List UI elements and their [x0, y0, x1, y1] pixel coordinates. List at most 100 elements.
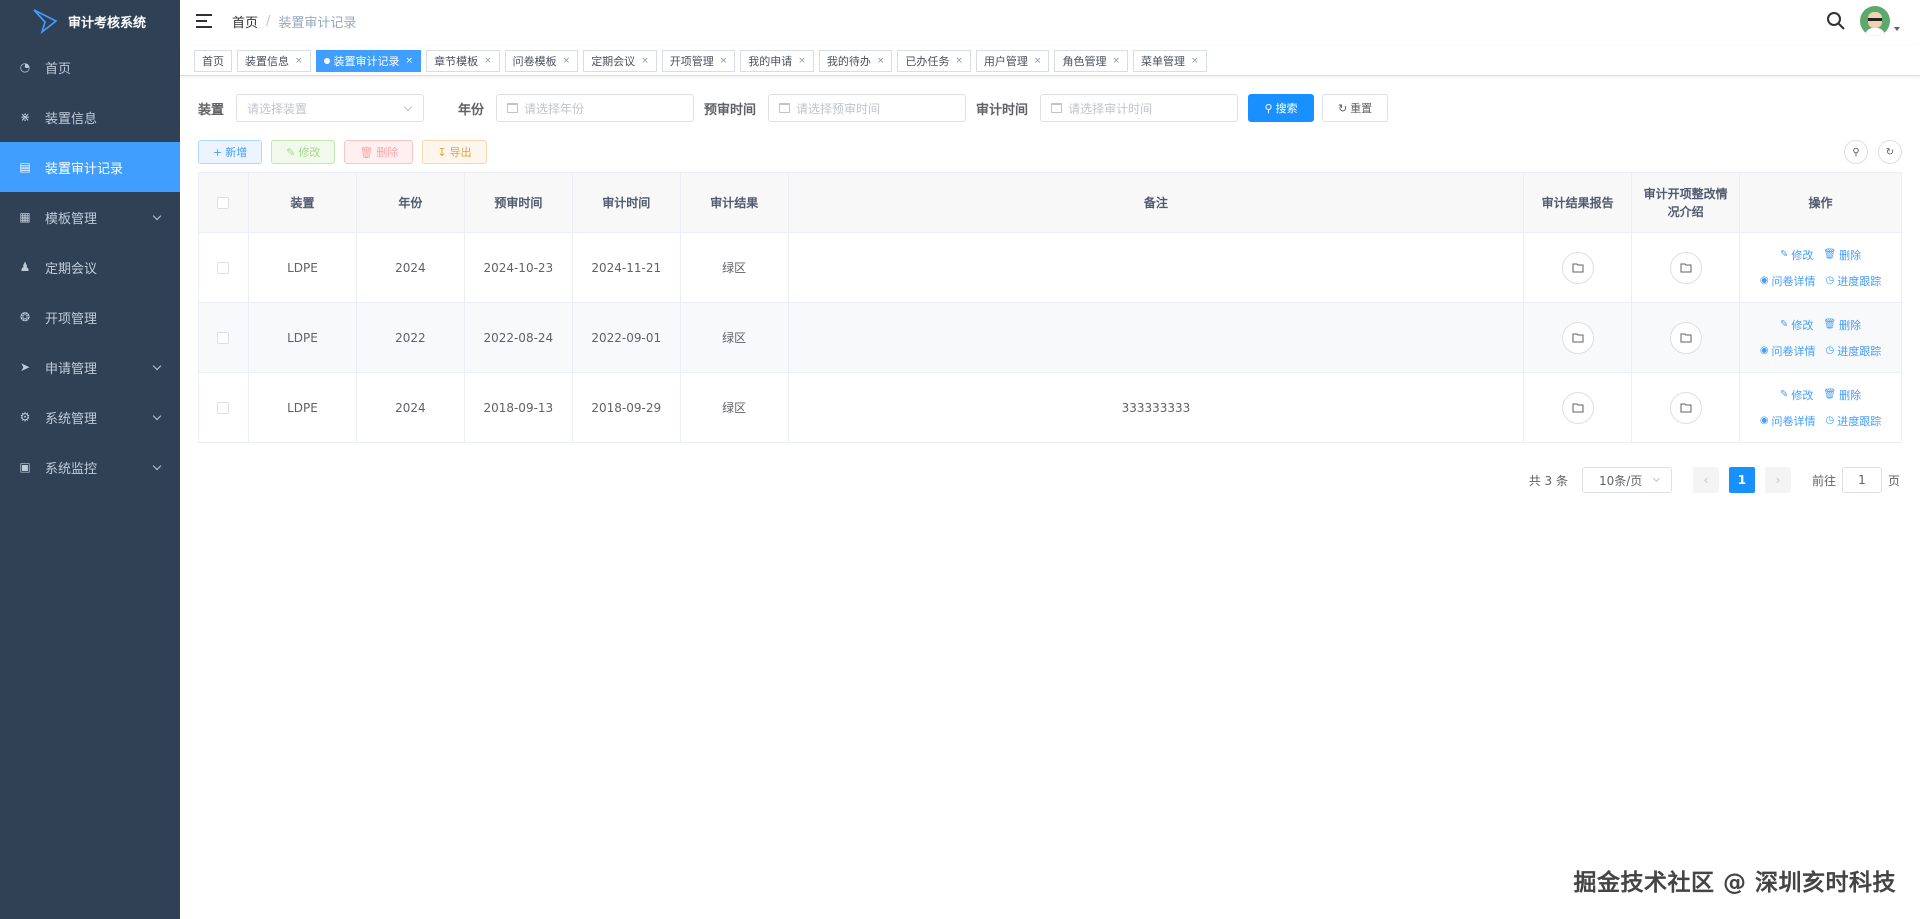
row-checkbox[interactable]	[217, 261, 230, 274]
folder-icon[interactable]	[1561, 391, 1594, 424]
pre-time-picker[interactable]: 请选择预审时间	[768, 94, 967, 122]
close-icon[interactable]: ×	[798, 56, 806, 66]
search-button[interactable]: ⚲ 搜索	[1248, 94, 1315, 122]
tag-item[interactable]: 我的申请 ×	[740, 49, 814, 72]
select-all-checkbox[interactable]	[217, 196, 230, 209]
goto-suffix: 页	[1887, 473, 1900, 488]
tag-item[interactable]: 装置信息 ×	[237, 49, 311, 72]
sidebar-item[interactable]: ➤ 申请管理	[0, 342, 180, 392]
tag-item[interactable]: 问卷模板 ×	[504, 49, 579, 72]
avatar[interactable]	[1860, 6, 1890, 36]
row-edit-link[interactable]: ✎ 修改	[1780, 247, 1813, 263]
row-edit-link[interactable]: ✎ 修改	[1780, 387, 1813, 403]
row-delete-link[interactable]: 🗑 删除	[1823, 387, 1861, 403]
cell-audit-time: 2018-09-29	[572, 373, 681, 443]
row-detail-link[interactable]: ◉ 问卷详情	[1760, 343, 1816, 359]
row-detail-link[interactable]: ◉ 问卷详情	[1760, 273, 1816, 289]
sidebar-item[interactable]: ❂ 开项管理	[0, 292, 180, 342]
close-icon[interactable]: ×	[1112, 56, 1120, 66]
tag-item[interactable]: 章节模板 ×	[426, 49, 500, 72]
close-icon[interactable]: ×	[1034, 56, 1042, 66]
breadcrumb-home[interactable]: 首页	[232, 12, 258, 31]
page-size-select[interactable]: 10条/页	[1581, 467, 1672, 493]
audit-time-label: 审计时间	[976, 102, 1029, 118]
add-button[interactable]: + 新增	[198, 140, 263, 164]
sidebar-menu: ◔ 首页 ⋇ 装置信息 ▤ 装置审计记录 ▦ 模板管理 ♟ 定期会议 ❂ 开项管…	[0, 42, 180, 492]
folder-icon[interactable]	[1669, 391, 1702, 424]
tag-item[interactable]: 定期会议 ×	[583, 49, 657, 72]
folder-icon[interactable]	[1669, 321, 1702, 354]
sidebar-item[interactable]: ◔ 首页	[0, 42, 180, 92]
sidebar-item[interactable]: ▣ 系统监控	[0, 442, 180, 492]
tag-item[interactable]: 菜单管理 ×	[1133, 49, 1207, 72]
row-track-link[interactable]: ◷ 进度跟踪	[1826, 343, 1882, 359]
row-edit-label: 修改	[1791, 318, 1814, 332]
refresh-icon: ↻	[1885, 146, 1895, 158]
folder-icon[interactable]	[1669, 251, 1702, 284]
row-track-label: 进度跟踪	[1837, 344, 1882, 358]
close-icon[interactable]: ×	[641, 56, 649, 66]
close-icon[interactable]: ×	[955, 56, 963, 66]
edit-button[interactable]: ✎ 修改	[271, 140, 336, 164]
next-page-button[interactable]: ›	[1764, 467, 1791, 493]
row-edit-link[interactable]: ✎ 修改	[1780, 317, 1813, 333]
close-icon[interactable]: ×	[563, 56, 571, 66]
year-picker[interactable]: 请选择年份	[496, 94, 695, 122]
sidebar-item[interactable]: ⚙ 系统管理	[0, 392, 180, 442]
reset-button[interactable]: ↻ 重置	[1322, 94, 1389, 122]
tag-item[interactable]: 装置审计记录 ×	[315, 49, 422, 72]
close-icon[interactable]: ×	[484, 56, 492, 66]
sidebar-item-label: 申请管理	[45, 361, 98, 377]
row-checkbox[interactable]	[217, 331, 230, 344]
prev-page-button[interactable]: ‹	[1692, 467, 1719, 493]
cell-actions: ✎ 修改 🗑 删除 ◉ 问卷详情 ◷ 进度跟踪	[1740, 303, 1902, 373]
delete-button[interactable]: 🗑 删除	[344, 140, 414, 164]
close-icon[interactable]: ×	[1191, 56, 1199, 66]
page-number[interactable]: 1	[1728, 467, 1755, 493]
row-delete-link[interactable]: 🗑 删除	[1823, 317, 1861, 333]
sidebar-item[interactable]: ♟ 定期会议	[0, 242, 180, 292]
row-delete-link[interactable]: 🗑 删除	[1823, 247, 1861, 263]
device-placeholder: 请选择装置	[247, 101, 308, 116]
tag-item[interactable]: 我的待办 ×	[818, 49, 893, 72]
column-header: 审计时间	[572, 173, 681, 233]
row-track-link[interactable]: ◷ 进度跟踪	[1826, 413, 1882, 429]
device-select[interactable]: 请选择装置	[236, 94, 425, 122]
hamburger-icon[interactable]	[196, 14, 212, 28]
row-detail-label: 问卷详情	[1771, 414, 1816, 428]
search-icon[interactable]	[1826, 11, 1846, 31]
close-icon[interactable]: ×	[720, 56, 728, 66]
close-icon[interactable]: ×	[406, 56, 414, 66]
chevron-down-icon	[403, 102, 413, 112]
sidebar-item[interactable]: ▤ 装置审计记录	[0, 142, 180, 192]
tag-label: 我的待办	[826, 54, 871, 68]
tag-item[interactable]: 开项管理 ×	[661, 49, 736, 72]
tag-item[interactable]: 角色管理 ×	[1054, 49, 1129, 72]
table-row[interactable]: LDPE 2024 2018-09-13 2018-09-29 绿区 33333…	[199, 373, 1902, 443]
sidebar-item[interactable]: ⋇ 装置信息	[0, 92, 180, 142]
close-icon[interactable]: ×	[877, 56, 885, 66]
sidebar-item[interactable]: ▦ 模板管理	[0, 192, 180, 242]
folder-icon[interactable]	[1561, 321, 1594, 354]
close-icon[interactable]: ×	[295, 56, 303, 66]
refresh-button[interactable]: ↻	[1878, 140, 1902, 164]
row-checkbox[interactable]	[217, 401, 230, 414]
audit-time-picker[interactable]: 请选择审计时间	[1040, 94, 1239, 122]
row-track-link[interactable]: ◷ 进度跟踪	[1826, 273, 1882, 289]
row-detail-link[interactable]: ◉ 问卷详情	[1760, 413, 1816, 429]
goto-page-input[interactable]: 1	[1841, 467, 1882, 493]
caret-down-icon[interactable]	[1894, 27, 1900, 31]
export-button[interactable]: ↧ 导出	[422, 140, 487, 164]
folder-icon[interactable]	[1561, 251, 1594, 284]
table-row[interactable]: LDPE 2022 2022-08-24 2022-09-01 绿区 ✎ 修改 🗑…	[199, 303, 1902, 373]
tag-item[interactable]: 已办任务 ×	[897, 49, 971, 72]
audit-time-placeholder: 请选择审计时间	[1068, 101, 1153, 116]
table-row[interactable]: LDPE 2024 2024-10-23 2024-11-21 绿区 ✎ 修改 🗑…	[199, 233, 1902, 303]
tag-item[interactable]: 用户管理 ×	[975, 49, 1050, 72]
app-logo[interactable]: 审计考核系统	[0, 0, 180, 42]
export-button-label: 导出	[449, 146, 472, 159]
year-label: 年份	[458, 102, 485, 118]
tag-item[interactable]: 首页	[194, 49, 232, 72]
tags-view: 首页 装置信息 × 装置审计记录 × 章节模板 × 问卷模板 × 定期会议 × …	[180, 46, 1920, 76]
toggle-search-button[interactable]: ⚲	[1844, 140, 1868, 164]
